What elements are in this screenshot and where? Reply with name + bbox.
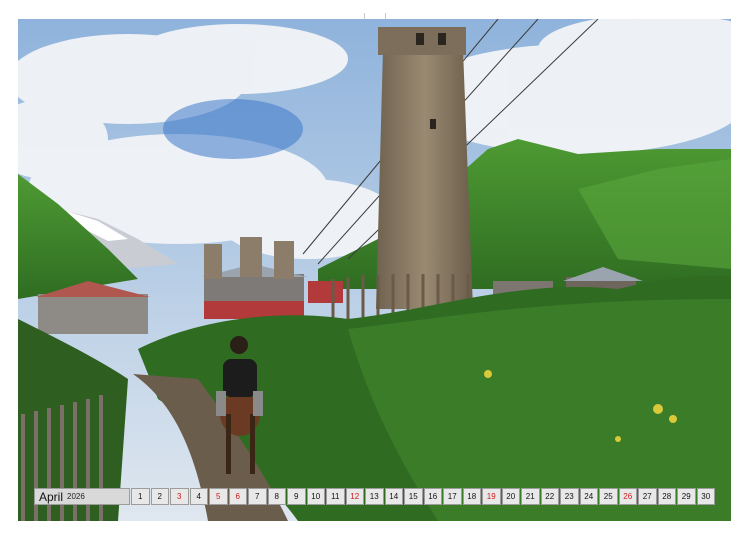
day-cell: 28 xyxy=(657,488,676,505)
day-cell: 5 xyxy=(209,488,228,505)
day-cell: 21 xyxy=(521,488,540,505)
day-cell: 24 xyxy=(579,488,598,505)
day-cell: 18 xyxy=(462,488,481,505)
day-cell: 14 xyxy=(384,488,403,505)
month-name: April xyxy=(39,489,64,504)
day-cell: 4 xyxy=(189,488,208,505)
day-cell: 29 xyxy=(677,488,696,505)
day-cell: 25 xyxy=(599,488,618,505)
day-cell: 8 xyxy=(267,488,286,505)
photo-illustration xyxy=(18,19,731,521)
day-cells: 1 2 3 4 5 6 7 8 9 10 11 12 13 14 15 16 17 18 19 20 21 22 23 24 2… xyxy=(131,488,715,505)
day-cell: 27 xyxy=(638,488,657,505)
day-cell: 16 xyxy=(423,488,442,505)
day-cell: 12 xyxy=(345,488,364,505)
day-cell: 6 xyxy=(228,488,247,505)
day-cell: 1 xyxy=(131,488,150,505)
landscape-photo xyxy=(18,19,731,521)
day-cell: 30 xyxy=(696,488,715,505)
day-cell: 10 xyxy=(306,488,325,505)
month-label: April 2026 xyxy=(34,488,130,505)
day-cell: 22 xyxy=(540,488,559,505)
day-cell: 13 xyxy=(365,488,384,505)
day-cell: 26 xyxy=(618,488,637,505)
year-label: 2026 xyxy=(67,492,85,501)
day-cell: 19 xyxy=(482,488,501,505)
day-cell: 3 xyxy=(170,488,189,505)
day-cell: 9 xyxy=(287,488,306,505)
calendar-strip: April 2026 1 2 3 4 5 6 7 8 9 10 11 12 13 14 15 16 17 18 19… xyxy=(34,488,715,505)
day-cell: 20 xyxy=(501,488,520,505)
day-cell: 11 xyxy=(326,488,345,505)
calendar-page: April 2026 1 2 3 4 5 6 7 8 9 10 11 12 13 14 15 16 17 18 19… xyxy=(0,0,750,540)
day-cell: 7 xyxy=(248,488,267,505)
stone-tower xyxy=(376,27,473,309)
day-cell: 2 xyxy=(150,488,169,505)
day-cell: 17 xyxy=(443,488,462,505)
day-cell: 15 xyxy=(404,488,423,505)
day-cell: 23 xyxy=(560,488,579,505)
